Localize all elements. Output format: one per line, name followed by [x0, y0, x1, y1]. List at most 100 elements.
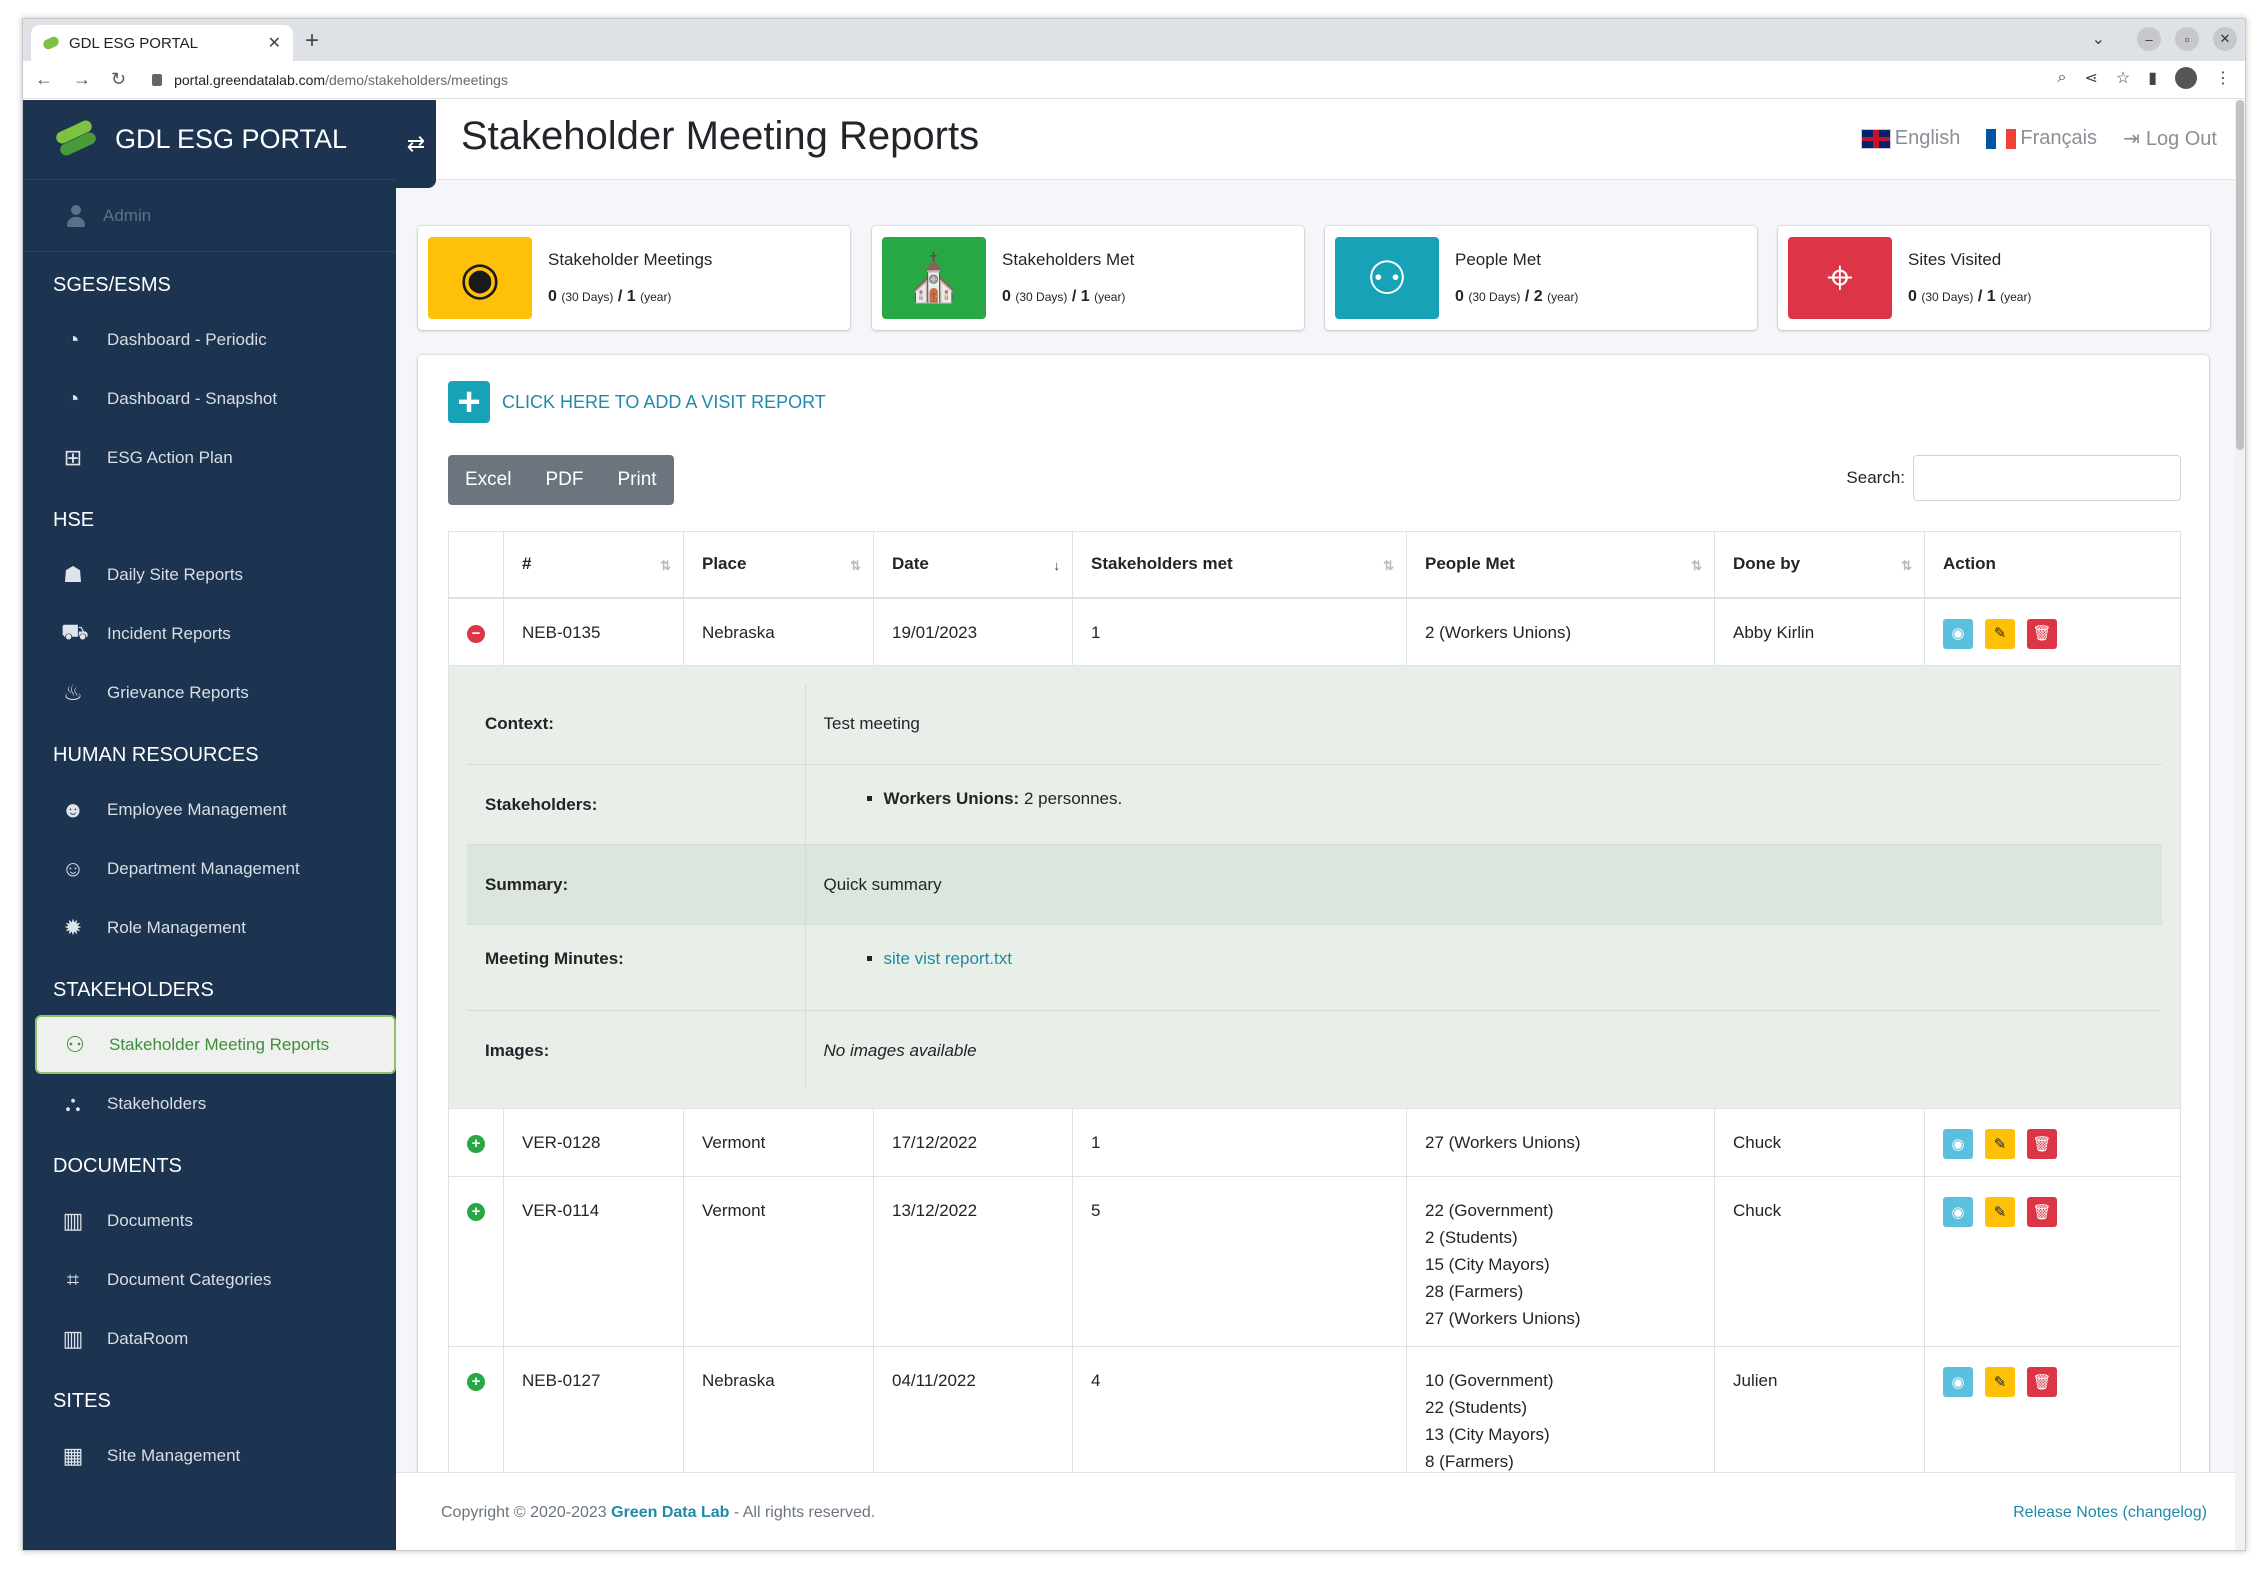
- sidebar-item-role-management[interactable]: ✹ Role Management: [23, 898, 396, 957]
- profile-avatar[interactable]: [2175, 67, 2197, 89]
- page-title: Stakeholder Meeting Reports: [461, 114, 980, 158]
- sidebar-item-grievance-reports[interactable]: ♨ Grievance Reports: [23, 663, 396, 722]
- share-icon[interactable]: ⋖: [2084, 68, 2097, 88]
- company-link[interactable]: Green Data Lab: [611, 1504, 729, 1521]
- back-icon[interactable]: ←: [35, 69, 53, 90]
- sidebar-item-daily-site-reports[interactable]: ☗ Daily Site Reports: [23, 545, 396, 604]
- cell-done-by: Abby Kirlin: [1714, 597, 1925, 666]
- section-sges-esms: SGES/ESMS: [53, 273, 171, 296]
- menu-kebab-icon[interactable]: ⋮: [2215, 68, 2231, 88]
- col-people-met[interactable]: People Met ⇅: [1406, 531, 1715, 599]
- lock-icon[interactable]: [152, 73, 163, 86]
- view-eye-icon[interactable]: ◉: [1943, 1197, 1973, 1227]
- tab-search-chevron-icon[interactable]: ⌄: [2092, 29, 2105, 49]
- sidebar-item-stakeholders[interactable]: ⛬ Stakeholders: [23, 1074, 396, 1133]
- page-scrollbar[interactable]: [2235, 100, 2245, 1550]
- eye-icon: ◉: [428, 237, 532, 319]
- sidebar-item-dashboard-periodic[interactable]: ◔ Dashboard - Periodic: [23, 310, 396, 369]
- sidebar-item-label: Employee Management: [107, 799, 287, 819]
- section-sites: SITES: [53, 1389, 111, 1412]
- col-id[interactable]: # ⇅: [503, 531, 684, 599]
- row-toggle[interactable]: +: [448, 1176, 504, 1347]
- browser-tab[interactable]: GDL ESG PORTAL ✕: [31, 25, 293, 61]
- logout-link[interactable]: ⇥ Log Out: [2123, 126, 2217, 151]
- col-done-by[interactable]: Done by ⇅: [1714, 531, 1925, 599]
- view-eye-icon[interactable]: ◉: [1943, 1129, 1973, 1159]
- expand-row-icon[interactable]: +: [467, 1203, 485, 1221]
- maximize-icon[interactable]: ▫: [2175, 27, 2199, 51]
- user-panel[interactable]: Admin: [23, 180, 396, 252]
- edit-icon[interactable]: ✎: [1985, 1197, 2015, 1227]
- col-date[interactable]: Date ↓: [873, 531, 1073, 599]
- add-visit-report-link[interactable]: + CLICK HERE TO ADD A VISIT REPORT: [448, 381, 826, 423]
- sidebar-toggle-icon[interactable]: ⇄: [396, 100, 436, 188]
- close-window-icon[interactable]: ✕: [2213, 27, 2237, 51]
- minutes-file-link[interactable]: site vist report.txt: [884, 949, 1012, 968]
- sort-desc-icon: ↓: [1053, 558, 1061, 573]
- zoom-icon[interactable]: ⌕: [2057, 69, 2066, 87]
- brand[interactable]: GDL ESG PORTAL: [23, 100, 396, 180]
- minimize-icon[interactable]: –: [2137, 27, 2161, 51]
- delete-trash-icon[interactable]: 🗑: [2027, 1367, 2057, 1397]
- edit-icon[interactable]: ✎: [1985, 1367, 2015, 1397]
- delete-trash-icon[interactable]: 🗑: [2027, 1129, 2057, 1159]
- sidebar-item-stakeholder-meeting-reports[interactable]: ⚇ Stakeholder Meeting Reports: [35, 1015, 396, 1074]
- sidebar-item-dataroom[interactable]: ▥ DataRoom: [23, 1309, 396, 1368]
- infobox-people-met: ⚇ People Met 0 (30 Days) / 2 (year): [1325, 226, 1757, 330]
- section-human-resources: HUMAN RESOURCES: [53, 743, 259, 766]
- delete-trash-icon[interactable]: 🗑: [2027, 1197, 2057, 1227]
- pdf-button[interactable]: PDF: [528, 455, 600, 505]
- cell-people: 22 (Government) 2 (Students) 15 (City Mayo…: [1406, 1176, 1715, 1347]
- bookmark-star-icon[interactable]: ☆: [2116, 68, 2130, 88]
- sidebar-item-site-management[interactable]: ▦ Site Management: [23, 1426, 396, 1485]
- delete-trash-icon[interactable]: 🗑: [2027, 618, 2057, 649]
- cell-done-by: Chuck: [1714, 1108, 1925, 1177]
- sidebar-item-department-management[interactable]: ☺ Department Management: [23, 839, 396, 898]
- sort-icon: ⇅: [1901, 558, 1912, 573]
- edit-icon[interactable]: ✎: [1985, 1129, 2015, 1159]
- collapse-row-icon[interactable]: −: [467, 624, 485, 643]
- cell-people: 10 (Government) 22 (Students) 13 (City May…: [1406, 1346, 1715, 1491]
- col-stakeholders-met[interactable]: Stakeholders met ⇅: [1072, 531, 1407, 599]
- row-toggle[interactable]: +: [448, 1108, 504, 1177]
- view-eye-icon[interactable]: ◉: [1943, 618, 1973, 649]
- side-panel-icon[interactable]: ▮: [2148, 68, 2157, 88]
- search-input[interactable]: [1913, 455, 2181, 501]
- sidebar-item-document-categories[interactable]: ⌗ Document Categories: [23, 1250, 396, 1309]
- row-toggle[interactable]: −: [448, 597, 504, 666]
- sidebar-item-esg-action-plan[interactable]: ⊞ ESG Action Plan: [23, 428, 396, 487]
- sidebar-item-incident-reports[interactable]: ⛟ Incident Reports: [23, 604, 396, 663]
- lang-english[interactable]: English: [1860, 127, 1960, 150]
- expand-row-icon[interactable]: +: [467, 1373, 485, 1391]
- lang-french[interactable]: Français: [1986, 127, 2097, 150]
- cell-actions: ◉ ✎ 🗑: [1924, 597, 2181, 666]
- print-button[interactable]: Print: [600, 455, 673, 505]
- release-notes-link[interactable]: Release Notes (changelog): [2013, 1504, 2207, 1522]
- cell-stakeholders: 4: [1072, 1346, 1407, 1491]
- edit-icon[interactable]: ✎: [1985, 618, 2015, 649]
- sidebar-item-dashboard-snapshot[interactable]: ◔ Dashboard - Snapshot: [23, 369, 396, 428]
- sidebar-item-label: Role Management: [107, 917, 246, 937]
- sidebar-item-label: Dashboard - Snapshot: [107, 388, 278, 408]
- scrollbar-thumb[interactable]: [2236, 100, 2244, 450]
- col-place[interactable]: Place ⇅: [683, 531, 874, 599]
- infobox-label: Sites Visited: [1908, 250, 2002, 269]
- export-button-group: Excel PDF Print: [448, 455, 674, 505]
- users-icon: ☻: [61, 796, 85, 822]
- sidebar-item-employee-management[interactable]: ☻ Employee Management: [23, 780, 396, 839]
- excel-button[interactable]: Excel: [448, 455, 528, 505]
- url-field[interactable]: portal.greendatalab.com/demo/stakeholder…: [174, 72, 508, 88]
- sidebar-item-documents[interactable]: ▥ Documents: [23, 1191, 396, 1250]
- address-bar: ← → ↻ portal.greendatalab.com/demo/stake…: [23, 61, 2245, 99]
- forward-icon[interactable]: →: [73, 69, 91, 90]
- expand-row-icon[interactable]: +: [467, 1135, 485, 1153]
- cell-actions: ◉ ✎ 🗑: [1924, 1176, 2181, 1347]
- cell-people: 27 (Workers Unions): [1406, 1108, 1715, 1177]
- row-toggle[interactable]: +: [448, 1346, 504, 1491]
- new-tab-icon[interactable]: +: [305, 27, 319, 55]
- church-icon: ⛪: [882, 237, 986, 319]
- cell-stakeholders: 1: [1072, 597, 1407, 666]
- close-tab-icon[interactable]: ✕: [268, 33, 281, 53]
- view-eye-icon[interactable]: ◉: [1943, 1367, 1973, 1397]
- reload-icon[interactable]: ↻: [111, 69, 126, 90]
